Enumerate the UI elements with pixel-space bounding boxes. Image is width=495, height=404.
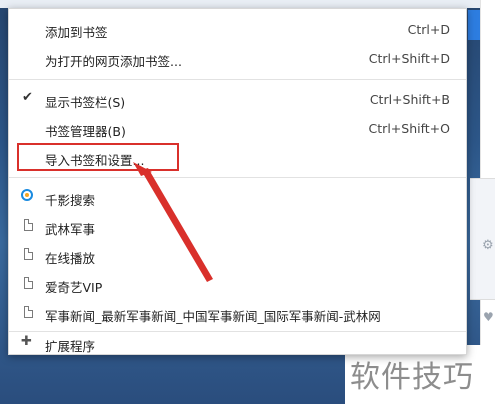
annotation-arrow xyxy=(133,162,213,282)
arrow-shaft xyxy=(141,168,213,282)
